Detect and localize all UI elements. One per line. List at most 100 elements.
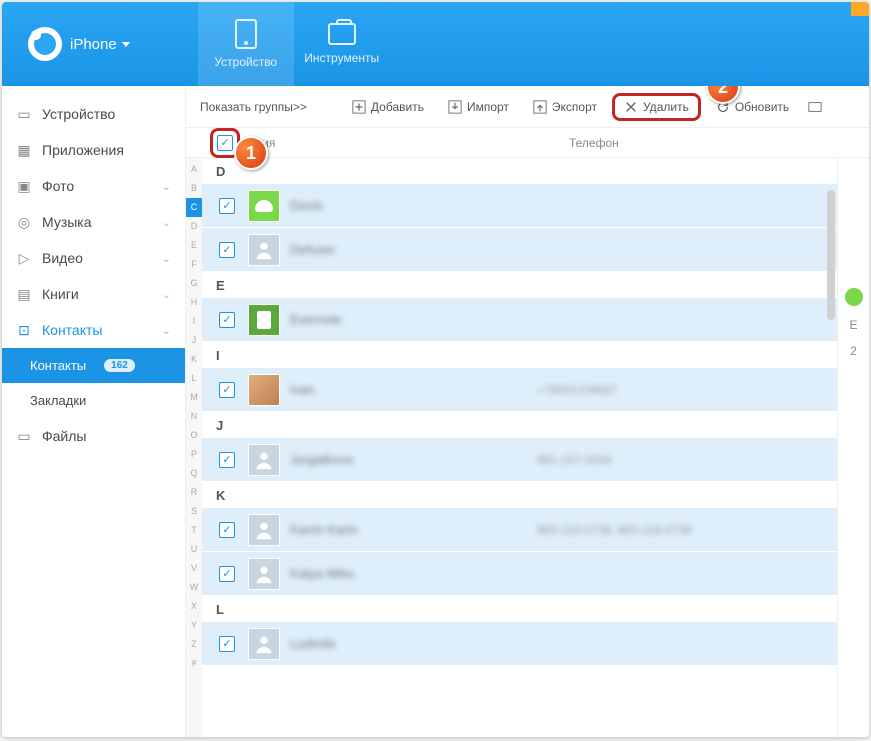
button-label: Добавить [371,100,424,114]
sidebar-sub-bookmarks[interactable]: Закладки [2,383,185,418]
sidebar-item-contacts[interactable]: ⊡ Контакты ⌄ [2,312,185,348]
avatar [248,304,280,336]
alpha-index-letter[interactable]: U [186,540,202,559]
top-header: iPhone Устройство Инструменты [2,2,869,86]
plus-icon [352,100,366,114]
tab-device-label: Устройство [214,55,277,69]
chevron-down-icon: ⌄ [162,216,171,229]
contact-name: Jurgalkova [290,452,537,467]
detail-letter: E [849,318,857,332]
alpha-index-letter[interactable]: C [186,198,202,217]
button-label: Импорт [467,100,509,114]
chat-icon: ⊡ [16,322,32,338]
scrollbar-thumb[interactable] [827,190,835,320]
alpha-index-letter[interactable]: X [186,597,202,616]
contact-row[interactable]: ✓Evernote [202,298,837,342]
button-label: Экспорт [552,100,597,114]
sidebar-item-label: Приложения [42,142,124,158]
contact-row[interactable]: ✓ Ludmila [202,622,837,666]
contact-name: Ludmila [290,636,537,651]
row-checkbox[interactable]: ✓ [219,636,235,652]
column-header-name[interactable]: Имя [248,136,569,150]
sidebar-item-apps[interactable]: ▦ Приложения [2,132,185,168]
sidebar-item-music[interactable]: ◎ Музыка ⌄ [2,204,185,240]
row-checkbox[interactable]: ✓ [219,312,235,328]
contact-row[interactable]: ✓ Jurgalkova991-227-0034 [202,438,837,482]
contact-row[interactable]: ✓Ivan+79001234567 [202,368,837,412]
sidebar-sub-contacts[interactable]: Контакты 162 [2,348,185,383]
alpha-index-letter[interactable]: Z [186,635,202,654]
sidebar-item-photo[interactable]: ▣ Фото ⌄ [2,168,185,204]
alpha-index-letter[interactable]: A [186,160,202,179]
section-header: L [202,596,837,622]
tablet-icon [235,19,257,49]
alpha-index-letter[interactable]: J [186,331,202,350]
tab-device[interactable]: Устройство [198,2,294,86]
alpha-index-letter[interactable]: # [186,654,202,673]
alpha-index-letter[interactable]: Y [186,616,202,635]
alpha-index-letter[interactable]: H [186,293,202,312]
sidebar-item-label: Книги [42,286,79,302]
contact-row[interactable]: ✓Karim Karin993-118-0738, 993-118-0739 [202,508,837,552]
alpha-index-letter[interactable]: F [186,255,202,274]
alpha-index-letter[interactable]: V [186,559,202,578]
alpha-index[interactable]: ABCDEFGHIJKLMNOPQRSTUVWXYZ# [186,158,202,737]
contact-row[interactable]: ✓Katya Miko [202,552,837,596]
column-header-phone[interactable]: Телефон [569,136,869,150]
contact-row[interactable]: ✓Defuser [202,228,837,272]
alpha-index-letter[interactable]: W [186,578,202,597]
alpha-index-letter[interactable]: O [186,426,202,445]
avatar-icon [845,288,863,306]
import-button[interactable]: Импорт [439,95,518,119]
alpha-index-letter[interactable]: G [186,274,202,293]
table-header: ✓ Имя Телефон [186,128,869,158]
avatar [248,558,280,590]
row-checkbox[interactable]: ✓ [219,198,235,214]
tab-tools[interactable]: Инструменты [294,2,390,86]
sidebar-item-books[interactable]: ▤ Книги ⌄ [2,276,185,312]
device-name-label: iPhone [70,36,117,53]
alpha-index-letter[interactable]: D [186,217,202,236]
alpha-index-letter[interactable]: L [186,369,202,388]
alpha-index-letter[interactable]: B [186,179,202,198]
import-icon [448,100,462,114]
device-selector[interactable]: iPhone [2,2,148,86]
add-button[interactable]: Добавить [343,95,433,119]
alpha-index-letter[interactable]: E [186,236,202,255]
detail-panel-collapsed: E 2 [837,158,869,737]
avatar [248,190,280,222]
sidebar: ▭ Устройство ▦ Приложения ▣ Фото ⌄ ◎ Муз… [2,86,186,737]
alpha-index-letter[interactable]: N [186,407,202,426]
disc-icon: ◎ [16,214,32,230]
row-checkbox[interactable]: ✓ [219,522,235,538]
alpha-index-letter[interactable]: K [186,350,202,369]
alpha-index-letter[interactable]: T [186,521,202,540]
contact-phone: 991-227-0034 [537,453,837,467]
close-icon [624,100,638,114]
alpha-index-letter[interactable]: M [186,388,202,407]
alpha-index-letter[interactable]: P [186,445,202,464]
sidebar-item-video[interactable]: ▷ Видео ⌄ [2,240,185,276]
row-checkbox[interactable]: ✓ [219,242,235,258]
sidebar-item-files[interactable]: ▭ Файлы [2,418,185,454]
folder-icon: ▭ [16,428,32,444]
alpha-index-letter[interactable]: Q [186,464,202,483]
toolbox-icon [328,23,356,45]
row-checkbox[interactable]: ✓ [219,452,235,468]
row-checkbox[interactable]: ✓ [219,566,235,582]
app-logo-icon [28,27,62,61]
alpha-index-letter[interactable]: I [186,312,202,331]
row-checkbox[interactable]: ✓ [219,382,235,398]
overflow-button[interactable] [804,95,826,119]
sidebar-item-device[interactable]: ▭ Устройство [2,96,185,132]
export-button[interactable]: Экспорт [524,95,606,119]
show-groups-link[interactable]: Показать группы>> [194,100,313,114]
window-corner-button[interactable] [851,2,869,16]
alpha-index-letter[interactable]: S [186,502,202,521]
sidebar-item-label: Контакты [30,358,86,373]
avatar [248,444,280,476]
alpha-index-letter[interactable]: R [186,483,202,502]
sidebar-item-label: Видео [42,250,83,266]
contact-row[interactable]: ✓Denis [202,184,837,228]
delete-button[interactable]: Удалить [612,93,701,121]
